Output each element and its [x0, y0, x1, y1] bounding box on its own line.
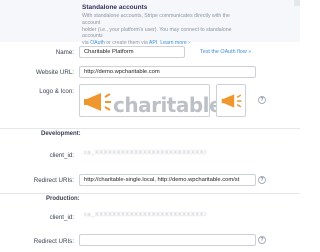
standalone-text-line-2: holder (i.e., your platform's user). You… [82, 26, 232, 40]
test-oauth-link[interactable]: Test the OAuth flow » [200, 49, 251, 55]
panel-edge [294, 0, 300, 6]
logo-icon-label: Logo & Icon: [39, 88, 74, 95]
prod-redirect-uris-field[interactable] [79, 234, 256, 246]
standalone-description: With standalone accounts, Stripe communi… [82, 13, 232, 47]
megaphone-icon [84, 93, 111, 111]
dev-client-id-value: ca_XXXXXXXXXXXXXXXXXXXXXXXXXXXXXXXXX [79, 147, 207, 159]
standalone-text-line-1: With standalone accounts, Stripe communi… [82, 13, 230, 26]
prod-client-id-label: client_id: [49, 214, 74, 221]
website-url-field[interactable]: http://demo.wpcharitable.com [79, 66, 256, 78]
megaphone-icon [221, 94, 242, 108]
name-field[interactable]: Charitable Platform [79, 46, 185, 58]
logo-wordmark: charitable [113, 93, 223, 117]
dev-client-id-label: client_id: [49, 152, 74, 159]
standalone-info: Standalone accounts With standalone acco… [82, 4, 232, 47]
website-url-label: Website URL: [35, 69, 74, 76]
standalone-title: Standalone accounts [82, 4, 148, 11]
prod-redirect-help-icon[interactable]: ? [258, 236, 266, 244]
logo-help-icon[interactable]: ? [258, 96, 266, 104]
redirect-help-icon[interactable]: ? [258, 176, 266, 184]
prod-redirect-uris-label: Redirect URIs: [33, 238, 74, 245]
standalone-accounts-panel: Standalone accounts With standalone acco… [0, 0, 300, 46]
development-section-label: Development: [41, 131, 81, 137]
icon-upload[interactable] [216, 84, 246, 117]
dev-redirect-uris-label: Redirect URIs: [33, 177, 74, 184]
divider [0, 193, 300, 194]
name-label: Name: [55, 49, 74, 56]
production-section-label: Production: [46, 196, 80, 202]
logo-upload[interactable]: charitable [79, 84, 223, 117]
dev-redirect-uris-field[interactable]: http://charitable-single.local, http://d… [79, 174, 256, 186]
prod-client-id-value: ca_XXXXXXXXXXXXXXXXXXXXXXXXXXXXXXXXX [79, 209, 207, 221]
divider [0, 128, 300, 129]
